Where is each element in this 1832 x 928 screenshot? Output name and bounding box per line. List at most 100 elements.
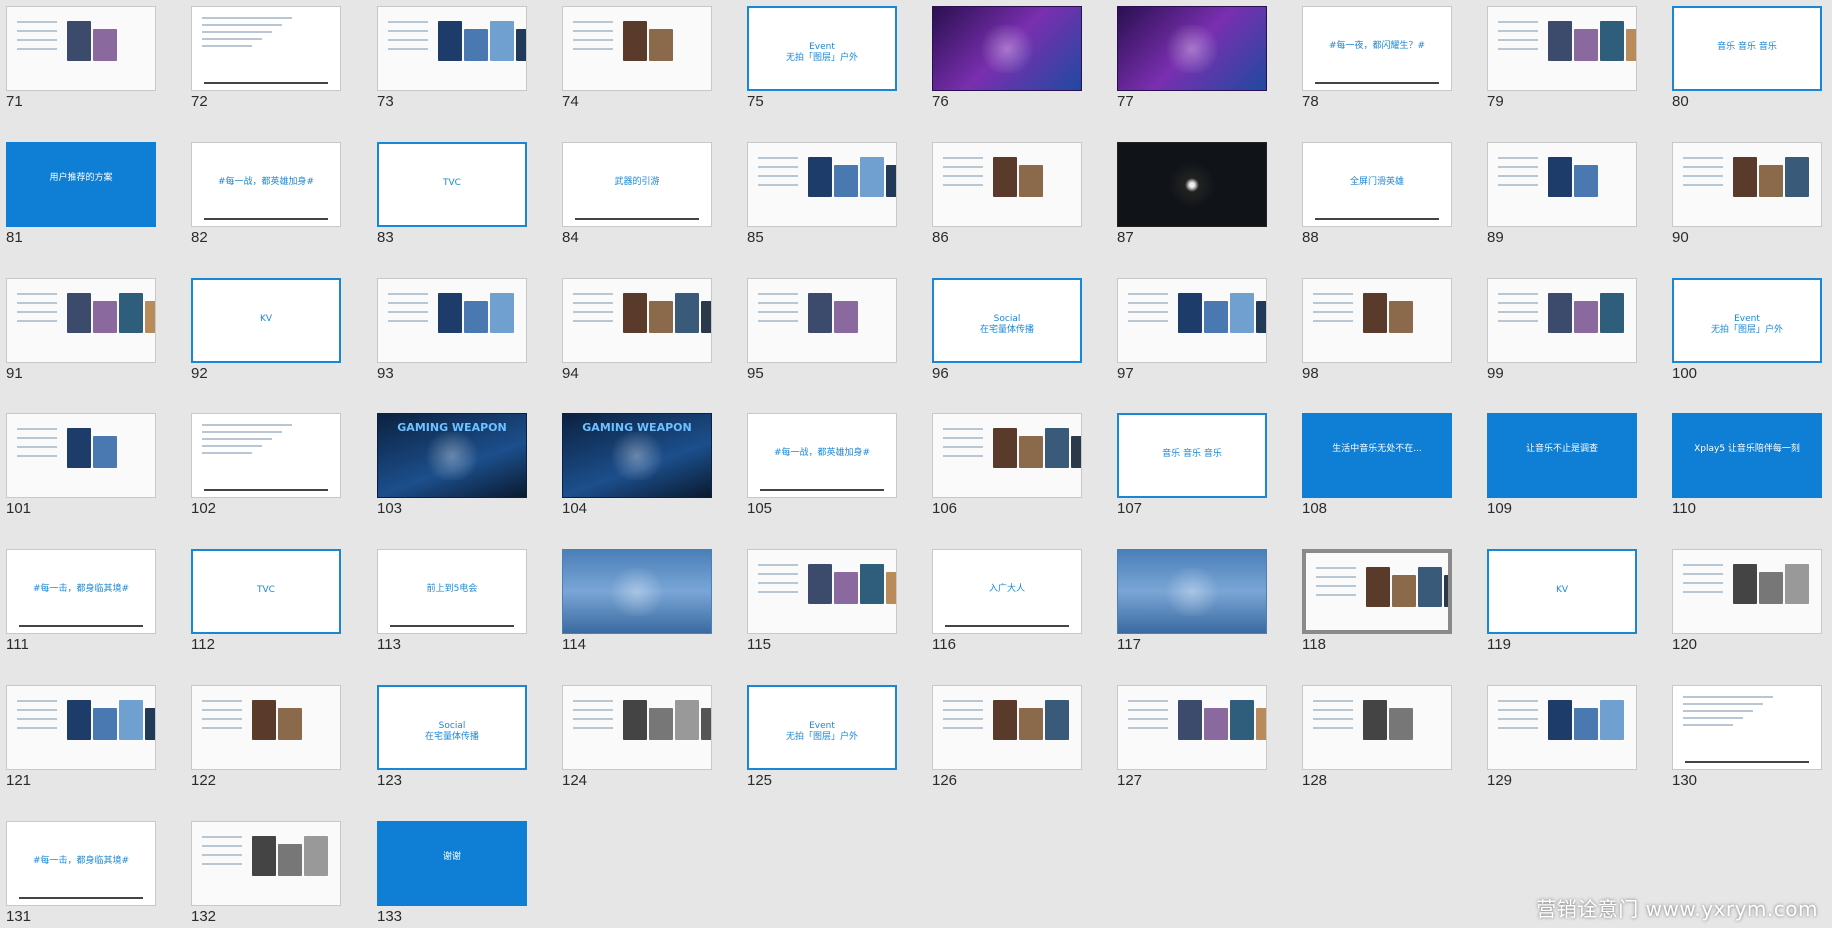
- slide-text-line: [1128, 302, 1168, 304]
- slide-thumbnail-72[interactable]: [191, 6, 341, 91]
- slide-text-line: [573, 21, 613, 23]
- slide-text-line: [1128, 311, 1168, 313]
- slide-thumbnail-110[interactable]: Xplay5 让音乐陪伴每一刻: [1672, 413, 1822, 498]
- slide-title: #每一夜，都闪耀生？#: [1328, 41, 1426, 51]
- slide-thumbnail-102[interactable]: [191, 413, 341, 498]
- slide-thumbnail-86[interactable]: [932, 142, 1082, 227]
- slide-thumbnail-127[interactable]: [1117, 685, 1267, 770]
- slide-thumbnail-120[interactable]: [1672, 549, 1822, 634]
- slide-image: [860, 564, 884, 604]
- slide-thumbnail-75[interactable]: Event 无拍「图层」户外: [747, 6, 897, 91]
- slide-thumbnail-74[interactable]: [562, 6, 712, 91]
- slide-thumbnail-82[interactable]: #每一战，都英雄加身#: [191, 142, 341, 227]
- slide-thumbnail-109[interactable]: 让音乐不止是调查: [1487, 413, 1637, 498]
- slide-thumbnail-77[interactable]: [1117, 6, 1267, 91]
- slide-thumbnail-119[interactable]: KV: [1487, 549, 1637, 634]
- slide-thumbnail-130[interactable]: [1672, 685, 1822, 770]
- slide-image: [1785, 157, 1809, 197]
- slide-text-line: [758, 293, 798, 295]
- slide-image: [1626, 29, 1636, 61]
- slide-text-line: [943, 700, 983, 702]
- slide-thumbnail-94[interactable]: [562, 278, 712, 363]
- slide-thumbnail-90[interactable]: [1672, 142, 1822, 227]
- slide-thumbnail-128[interactable]: [1302, 685, 1452, 770]
- slide-title: 音乐 音乐 音乐: [1162, 449, 1222, 459]
- slide-image: [67, 293, 91, 333]
- slide-thumbnail-104[interactable]: GAMING WEAPON: [562, 413, 712, 498]
- slide-thumbnail-132[interactable]: [191, 821, 341, 906]
- slide-thumbnail-79[interactable]: [1487, 6, 1637, 91]
- slide-thumbnail-103[interactable]: GAMING WEAPON: [377, 413, 527, 498]
- slide-number-label: 108: [1302, 500, 1328, 517]
- slide-number-label: 126: [932, 772, 958, 789]
- slide-number-label: 87: [1117, 229, 1134, 246]
- slide-text-line: [202, 727, 242, 729]
- slide-text-line: [758, 302, 798, 304]
- slide-text-line: [388, 293, 428, 295]
- slide-thumbnail-97[interactable]: [1117, 278, 1267, 363]
- slide-thumbnail-131[interactable]: #每一击，都身临其境#: [6, 821, 156, 906]
- slide-baseline: [19, 897, 143, 899]
- slide-thumbnail-115[interactable]: [747, 549, 897, 634]
- slide-title: 音乐 音乐 音乐: [1717, 42, 1777, 52]
- slide-thumbnail-124[interactable]: [562, 685, 712, 770]
- slide-thumbnail-91[interactable]: [6, 278, 156, 363]
- slide-thumbnail-93[interactable]: [377, 278, 527, 363]
- slide-thumbnail-126[interactable]: [932, 685, 1082, 770]
- slide-image: [1366, 567, 1390, 607]
- slide-thumbnail-121[interactable]: [6, 685, 156, 770]
- slide-text-line: [17, 446, 57, 448]
- slide-number-label: 91: [6, 365, 23, 382]
- slide-image: [649, 29, 673, 61]
- slide-thumbnail-117[interactable]: [1117, 549, 1267, 634]
- slide-thumbnail-76[interactable]: [932, 6, 1082, 91]
- slide-thumbnail-71[interactable]: [6, 6, 156, 91]
- slide-thumbnail-85[interactable]: [747, 142, 897, 227]
- slide-thumbnail-78[interactable]: #每一夜，都闪耀生？#: [1302, 6, 1452, 91]
- slide-thumbnail-125[interactable]: Event 无拍「图层」户外: [747, 685, 897, 770]
- slide-image: [278, 844, 302, 876]
- slide-thumbnail-107[interactable]: 音乐 音乐 音乐: [1117, 413, 1267, 498]
- slide-thumbnail-81[interactable]: 用户推荐的方案: [6, 142, 156, 227]
- slide-image: [834, 165, 858, 197]
- slide-thumbnail-113[interactable]: 前上到5电会: [377, 549, 527, 634]
- slide-image: [675, 700, 699, 740]
- slide-thumbnail-96[interactable]: Social 在宅量体传播: [932, 278, 1082, 363]
- slide-title: 全屏门滑英雄: [1349, 177, 1404, 187]
- slide-text-line: [758, 311, 798, 313]
- slide-thumbnail-112[interactable]: TVC: [191, 549, 341, 634]
- slide-thumbnail-98[interactable]: [1302, 278, 1452, 363]
- slide-thumbnail-100[interactable]: Event 无拍「图层」户外: [1672, 278, 1822, 363]
- slide-baseline: [760, 489, 884, 491]
- slide-number-label: 116: [932, 636, 956, 653]
- slide-thumbnail-114[interactable]: [562, 549, 712, 634]
- slide-thumbnail-80[interactable]: 音乐 音乐 音乐: [1672, 6, 1822, 91]
- slide-thumbnail-89[interactable]: [1487, 142, 1637, 227]
- slide-thumbnail-101[interactable]: [6, 413, 156, 498]
- slide-text-line: [1128, 700, 1168, 702]
- slide-thumbnail-92[interactable]: KV: [191, 278, 341, 363]
- slide-thumbnail-123[interactable]: Social 在宅量体传播: [377, 685, 527, 770]
- slide-thumbnail-118[interactable]: [1302, 549, 1452, 634]
- slide-image: [438, 21, 462, 61]
- slide-thumbnail-129[interactable]: [1487, 685, 1637, 770]
- slide-thumbnail-95[interactable]: [747, 278, 897, 363]
- slide-thumbnail-122[interactable]: [191, 685, 341, 770]
- slide-thumbnail-105[interactable]: #每一战，都英雄加身#: [747, 413, 897, 498]
- slide-thumbnail-84[interactable]: 武器的引游: [562, 142, 712, 227]
- slide-thumbnail-111[interactable]: #每一击，都身临其境#: [6, 549, 156, 634]
- slide-text-line: [202, 452, 252, 454]
- slide-thumbnail-108[interactable]: 生活中音乐无处不在...: [1302, 413, 1452, 498]
- slide-thumbnail-106[interactable]: [932, 413, 1082, 498]
- slide-thumbnail-87[interactable]: [1117, 142, 1267, 227]
- slide-thumbnail-88[interactable]: 全屏门滑英雄: [1302, 142, 1452, 227]
- slide-thumbnail-73[interactable]: [377, 6, 527, 91]
- slide-number-label: 97: [1117, 365, 1134, 382]
- slide-baseline: [19, 625, 143, 627]
- slide-image: [607, 432, 667, 480]
- slide-thumbnail-133[interactable]: 谢谢: [377, 821, 527, 906]
- slide-text-line: [202, 38, 262, 40]
- slide-thumbnail-99[interactable]: [1487, 278, 1637, 363]
- slide-thumbnail-83[interactable]: TVC: [377, 142, 527, 227]
- slide-thumbnail-116[interactable]: 入广大人: [932, 549, 1082, 634]
